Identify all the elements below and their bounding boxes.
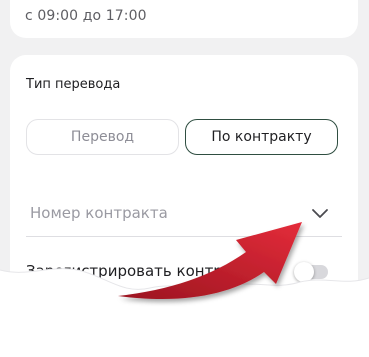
toggle-knob xyxy=(294,262,314,282)
transfer-settings-card: Тип перевода Перевод По контракту Номер … xyxy=(10,55,358,315)
register-contract-label: Зарегистрировать контракт xyxy=(26,262,250,280)
contract-number-placeholder: Номер контракта xyxy=(30,204,168,222)
field-underline xyxy=(26,236,342,237)
working-hours-text: с 09:00 до 17:00 xyxy=(25,8,147,24)
transfer-type-label: Тип перевода xyxy=(26,77,121,92)
contract-number-dropdown[interactable]: Номер контракта xyxy=(26,195,342,237)
register-contract-row: Зарегистрировать контракт xyxy=(26,260,342,286)
app-screen: с 09:00 до 17:00 Тип перевода Перевод По… xyxy=(0,0,369,315)
working-hours-card: с 09:00 до 17:00 xyxy=(10,0,358,38)
chevron-down-icon[interactable] xyxy=(310,203,330,223)
transfer-option-button[interactable]: Перевод xyxy=(26,119,179,155)
contract-option-button[interactable]: По контракту xyxy=(185,119,338,155)
register-contract-toggle[interactable] xyxy=(294,262,328,282)
